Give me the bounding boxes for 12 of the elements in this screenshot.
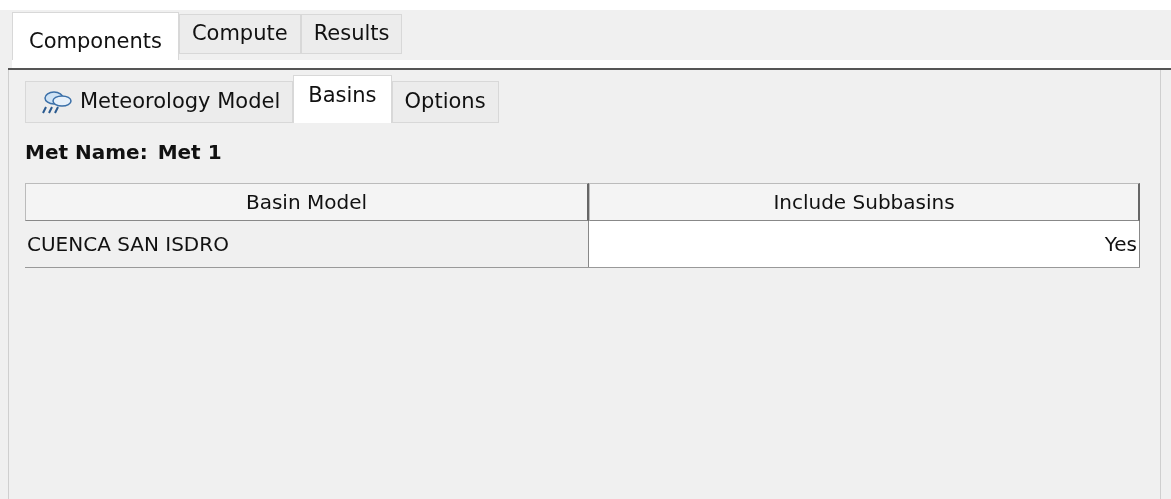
table-cell: Yes [589, 221, 1140, 267]
tab[interactable]: Components [12, 12, 179, 60]
met-name-value: Met 1 [157, 139, 222, 166]
met-name-label: Met Name: [25, 139, 148, 166]
tab[interactable]: Meteorology Model [25, 81, 294, 123]
table-cell: CUENCA SAN ISDRO [25, 221, 589, 267]
column-header[interactable]: Basin Model [25, 183, 589, 221]
column-header[interactable]: Include Subbasins [589, 183, 1140, 221]
tab[interactable]: Compute [178, 14, 301, 54]
tab[interactable]: Basins [293, 75, 392, 123]
tab[interactable]: Options [391, 81, 499, 123]
tab[interactable]: Results [300, 14, 403, 54]
